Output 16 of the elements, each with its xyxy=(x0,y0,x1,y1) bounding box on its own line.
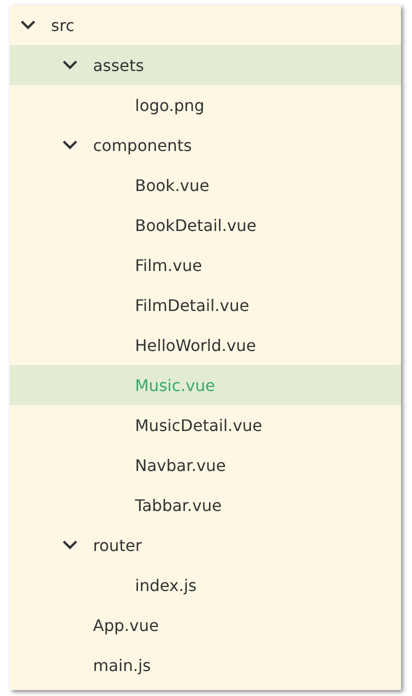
tree-item[interactable]: main.js xyxy=(10,645,401,685)
tree-item[interactable]: Tabbar.vue xyxy=(10,485,401,525)
tree-item[interactable]: Film.vue xyxy=(10,245,401,285)
tree-item[interactable]: logo.png xyxy=(10,85,401,125)
tree-item[interactable]: router xyxy=(10,525,401,565)
tree-item[interactable]: index.js xyxy=(10,565,401,605)
tree-item[interactable]: FilmDetail.vue xyxy=(10,285,401,325)
tree-item[interactable]: Book.vue xyxy=(10,165,401,205)
tree-item[interactable]: BookDetail.vue xyxy=(10,205,401,245)
tree-item[interactable]: assets xyxy=(10,45,401,85)
tree-item[interactable]: MusicDetail.vue xyxy=(10,405,401,445)
tree-item[interactable]: Navbar.vue xyxy=(10,445,401,485)
tree-item[interactable]: src xyxy=(10,5,401,45)
tree-item[interactable]: HelloWorld.vue xyxy=(10,325,401,365)
tree-item[interactable]: App.vue xyxy=(10,605,401,645)
tree-item[interactable]: components xyxy=(10,125,401,165)
